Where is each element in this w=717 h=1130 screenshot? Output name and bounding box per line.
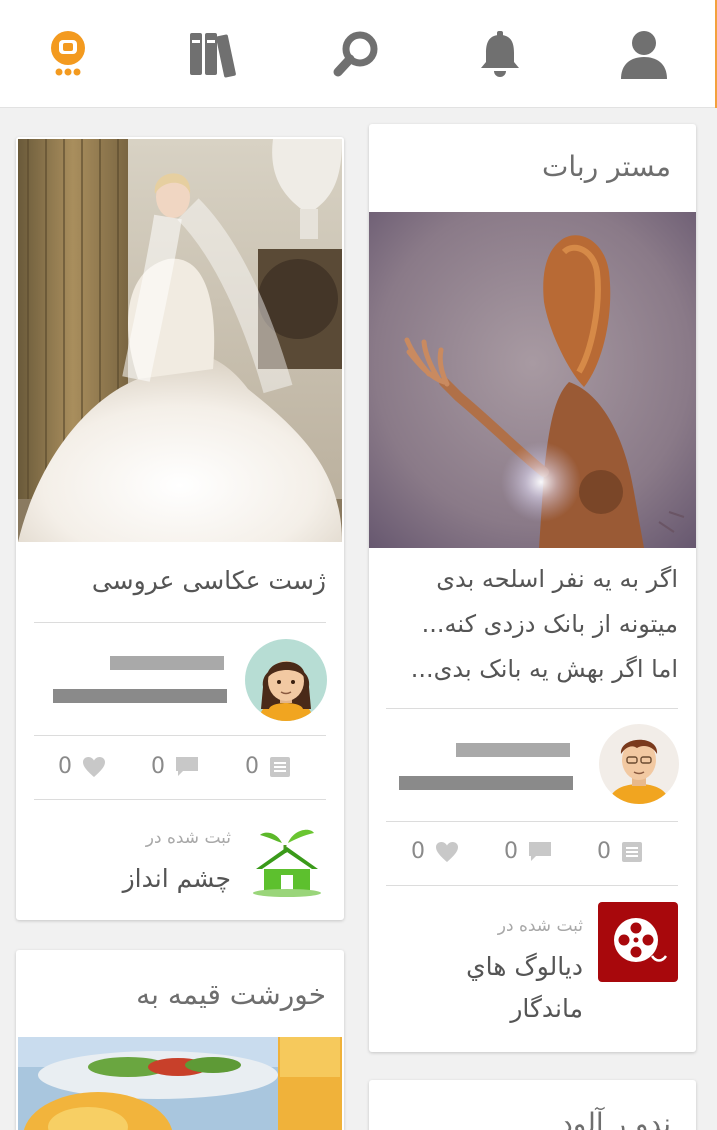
- post-title[interactable]: ندو ر آلود: [560, 1107, 671, 1130]
- post-title[interactable]: مستر ربات: [542, 150, 671, 183]
- search-icon: [333, 31, 378, 77]
- divider: [386, 885, 678, 886]
- post-card-partial-right[interactable]: ندو ر آلود: [369, 1080, 696, 1130]
- author-name-placeholder: [456, 743, 570, 757]
- likes-count[interactable]: 0: [411, 839, 459, 864]
- divider: [34, 622, 326, 623]
- library-books-icon: [190, 33, 236, 78]
- top-navigation-bar: [0, 0, 717, 108]
- note-icon: [270, 756, 290, 777]
- divider: [386, 821, 678, 822]
- registered-in-label: ثبت شده در: [497, 916, 583, 936]
- divider: [34, 799, 326, 800]
- green-house-icon: [253, 829, 321, 897]
- author-info-placeholder: [53, 689, 227, 703]
- note-icon: [622, 841, 642, 862]
- comments-count-value: 0: [504, 839, 518, 864]
- film-reel-icon: [614, 918, 668, 962]
- user-icon: [621, 31, 667, 79]
- library-button[interactable]: [182, 26, 242, 82]
- post-card-robot[interactable]: مستر ربات اگر به یه نفر اسلحه بدی میتونه…: [369, 124, 696, 1052]
- likes-count[interactable]: 0: [58, 754, 106, 779]
- post-title[interactable]: ژست عکاسی عروسی: [92, 566, 326, 595]
- post-image-robot[interactable]: [369, 212, 696, 548]
- author-avatar[interactable]: [599, 724, 679, 804]
- author-info-placeholder: [399, 776, 573, 790]
- post-image-food[interactable]: [18, 1037, 342, 1130]
- channel-name[interactable]: ديالوگ هاي ماندگار: [433, 946, 583, 1030]
- heart-icon: [436, 841, 458, 862]
- notes-count-value: 0: [245, 754, 259, 779]
- divider: [34, 735, 326, 736]
- comment-icon: [176, 756, 198, 776]
- bell-icon: [481, 31, 519, 77]
- app-logo-button[interactable]: [38, 26, 98, 82]
- post-card-wedding[interactable]: ژست عکاسی عروسی 0 0 0 ثبت شده در چشم اند…: [16, 137, 344, 920]
- comments-count[interactable]: 0: [504, 839, 552, 864]
- post-card-partial-left[interactable]: خورشت قیمه به: [16, 950, 344, 1130]
- likes-count-value: 0: [411, 839, 425, 864]
- author-name-placeholder: [110, 656, 224, 670]
- channel-avatar[interactable]: [252, 825, 322, 897]
- channel-name[interactable]: چشم انداز: [71, 859, 231, 899]
- notifications-button[interactable]: [470, 26, 530, 82]
- profile-button[interactable]: [614, 26, 674, 82]
- excerpt-line-3: اما اگر بهش یه بانک بدی...: [410, 655, 678, 683]
- app-logo-icon: [51, 31, 85, 76]
- comments-count-value: 0: [151, 754, 165, 779]
- post-title[interactable]: خورشت قیمه به: [136, 978, 326, 1011]
- search-button[interactable]: [326, 26, 386, 82]
- heart-icon: [83, 756, 105, 777]
- post-excerpt[interactable]: اگر به یه نفر اسلحه بدی میتونه از بانک د…: [378, 557, 678, 692]
- excerpt-line-1: اگر به یه نفر اسلحه بدی: [436, 565, 678, 593]
- notes-count[interactable]: 0: [245, 754, 291, 779]
- comment-icon: [529, 841, 551, 861]
- likes-count-value: 0: [58, 754, 72, 779]
- comments-count[interactable]: 0: [151, 754, 199, 779]
- notes-count[interactable]: 0: [597, 839, 643, 864]
- post-image-wedding[interactable]: [18, 139, 342, 542]
- author-avatar[interactable]: [245, 639, 327, 721]
- notes-count-value: 0: [597, 839, 611, 864]
- channel-avatar[interactable]: [598, 902, 678, 982]
- excerpt-line-2: میتونه از بانک دزدی کنه...: [421, 610, 678, 638]
- divider: [386, 708, 678, 709]
- registered-in-label: ثبت شده در: [145, 828, 231, 848]
